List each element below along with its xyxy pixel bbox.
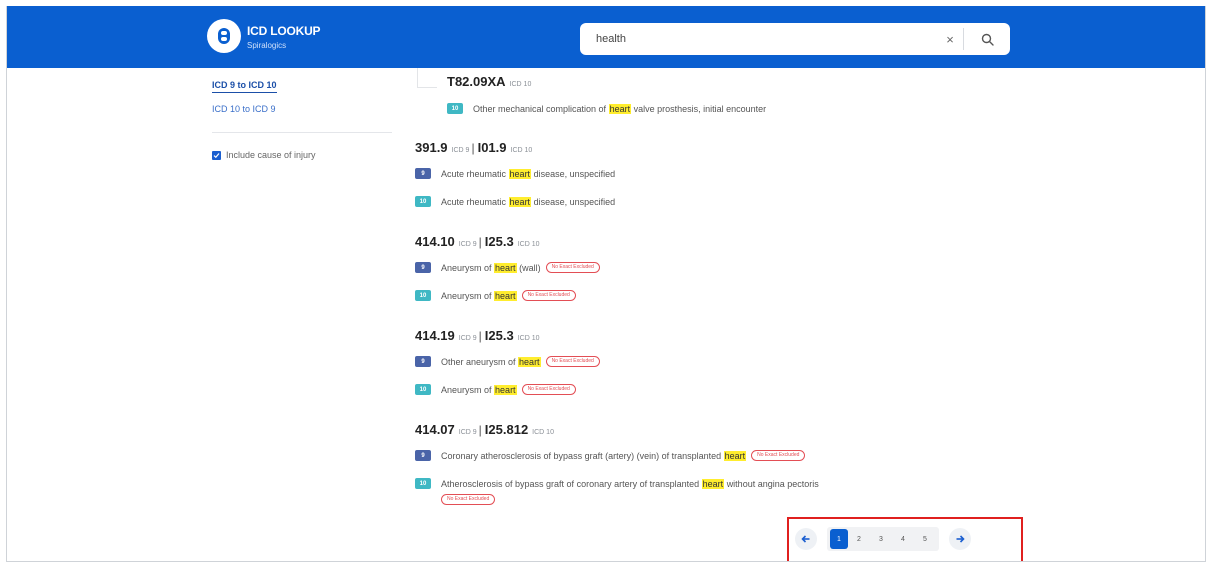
result-code-header: 391.9 ICD 9 | I01.9 ICD 10 <box>415 140 534 155</box>
icd9-code[interactable]: 414.10 <box>415 234 455 249</box>
result-description-row: 10 Aneurysm of heart No Exact Excluded <box>415 384 576 395</box>
icd9-badge: 9 <box>415 262 431 273</box>
app-window: ICD LOOKUP Spiralogics × ICD 9 to ICD 10… <box>6 6 1206 562</box>
card-edge <box>417 68 437 88</box>
icd9-tag: ICD 9 <box>458 429 477 436</box>
header-bar: ICD LOOKUP Spiralogics × <box>7 6 1205 68</box>
search-bar: × <box>580 23 1010 55</box>
result-code-header: 414.07 ICD 9 | I25.812 ICD 10 <box>415 422 556 437</box>
arrow-left-icon <box>801 535 810 543</box>
exclusion-pill: No Exact Excluded <box>751 450 806 461</box>
logo[interactable]: ICD LOOKUP Spiralogics <box>207 19 321 53</box>
result-code-header: 414.10 ICD 9 | I25.3 ICD 10 <box>415 234 542 249</box>
icd9-badge: 9 <box>415 356 431 367</box>
keyword-highlight: heart <box>494 384 517 395</box>
logo-title: ICD LOOKUP <box>247 23 321 38</box>
icd10-badge: 10 <box>415 196 431 207</box>
page-3-button[interactable]: 3 <box>870 529 892 549</box>
include-cause-label: Include cause of injury <box>226 150 316 160</box>
description-text: Aneurysm of heart <box>441 384 517 395</box>
keyword-highlight: heart <box>508 168 532 179</box>
icd9-badge: 9 <box>415 450 431 461</box>
icd9-code[interactable]: 414.07 <box>415 422 455 437</box>
exclusion-pill: No Exact Excluded <box>521 384 576 395</box>
page-5-button[interactable]: 5 <box>914 529 936 549</box>
arrow-right-icon <box>956 535 965 543</box>
keyword-highlight: heart <box>723 450 747 461</box>
result-description-row: 10 Acute rheumatic heart disease, unspec… <box>415 196 615 207</box>
clear-search-icon[interactable]: × <box>937 32 963 47</box>
logo-icon <box>207 19 241 53</box>
icd9-badge: 9 <box>415 168 431 179</box>
icd10-badge: 10 <box>415 384 431 395</box>
prev-page-button[interactable] <box>795 528 817 550</box>
include-cause-checkbox-row[interactable]: Include cause of injury <box>212 150 316 160</box>
result-description-row: 9 Other aneurysm of heart No Exact Exclu… <box>415 356 600 367</box>
result-description-row: 10 Aneurysm of heart No Exact Excluded <box>415 290 576 301</box>
icd10-code[interactable]: T82.09XA <box>447 74 506 89</box>
page-2-button[interactable]: 2 <box>848 529 870 549</box>
keyword-highlight: heart <box>701 478 725 489</box>
icd9-tag: ICD 9 <box>458 241 477 248</box>
icd10-tag: ICD 10 <box>510 147 533 154</box>
result-description-row: 10 Atherosclerosis of bypass graft of co… <box>415 478 819 489</box>
icd10-tag: ICD 10 <box>517 241 540 248</box>
icd9-code[interactable]: 414.19 <box>415 328 455 343</box>
keyword-highlight: heart <box>518 356 541 367</box>
sidebar-link-icd10-to-icd9[interactable]: ICD 10 to ICD 9 <box>212 104 276 114</box>
icd9-tag: ICD 9 <box>458 335 477 342</box>
result-code-header: T82.09XA ICD 10 <box>447 74 533 89</box>
page-4-button[interactable]: 4 <box>892 529 914 549</box>
next-page-button[interactable] <box>949 528 971 550</box>
description-text: Coronary atherosclerosis of bypass graft… <box>441 450 747 461</box>
icd9-tag: ICD 9 <box>451 147 470 154</box>
page-1-button[interactable]: 1 <box>830 529 848 549</box>
keyword-highlight: heart <box>494 290 517 301</box>
keyword-highlight: heart <box>608 103 632 114</box>
sidebar-divider <box>212 132 392 133</box>
icd10-code[interactable]: I25.3 <box>485 328 514 343</box>
icd9-code[interactable]: 391.9 <box>415 140 448 155</box>
exclusion-pill: No Exact Excluded <box>441 494 496 505</box>
description-text: Acute rheumatic heart disease, unspecifi… <box>441 196 616 207</box>
description-text: Atherosclerosis of bypass graft of coron… <box>441 478 819 489</box>
result-description-row: 9 Aneurysm of heart (wall) No Exact Excl… <box>415 262 600 273</box>
logo-subtitle: Spiralogics <box>247 40 287 50</box>
description-text: Aneurysm of heart (wall) <box>441 262 541 273</box>
result-code-header: 414.19 ICD 9 | I25.3 ICD 10 <box>415 328 542 343</box>
description-text: Aneurysm of heart <box>441 290 517 301</box>
sidebar-link-icd9-to-icd10[interactable]: ICD 9 to ICD 10 <box>212 80 277 93</box>
result-description-row: 9 Acute rheumatic heart disease, unspeci… <box>415 168 615 179</box>
description-text: Other mechanical complication of heart v… <box>473 103 767 114</box>
keyword-highlight: heart <box>494 262 517 273</box>
code-separator: | <box>471 141 475 155</box>
icd10-tag: ICD 10 <box>517 335 540 342</box>
icd10-code[interactable]: I25.3 <box>485 234 514 249</box>
exclusion-pill: No Exact Excluded <box>521 290 576 301</box>
search-button[interactable] <box>964 23 1010 55</box>
icd10-code[interactable]: I01.9 <box>478 140 507 155</box>
description-text: Acute rheumatic heart disease, unspecifi… <box>441 168 616 179</box>
page-numbers: 1 2 3 4 5 <box>827 527 939 551</box>
icd10-badge: 10 <box>415 478 431 489</box>
code-separator: | <box>478 329 482 343</box>
icd10-badge: 10 <box>447 103 463 114</box>
exclusion-pill: No Exact Excluded <box>545 356 600 367</box>
icd10-tag: ICD 10 <box>509 81 532 88</box>
search-input[interactable] <box>580 23 937 55</box>
description-text: Other aneurysm of heart <box>441 356 541 367</box>
icd10-badge: 10 <box>415 290 431 301</box>
exclusion-pill: No Exact Excluded <box>545 262 600 273</box>
icd10-tag: ICD 10 <box>532 429 554 436</box>
pagination: 1 2 3 4 5 <box>795 527 971 551</box>
code-separator: | <box>478 235 482 249</box>
include-cause-checkbox[interactable] <box>212 150 221 160</box>
keyword-highlight: heart <box>508 196 532 207</box>
search-icon <box>981 33 994 46</box>
result-description-row: 10 Other mechanical complication of hear… <box>447 103 766 114</box>
code-separator: | <box>478 423 482 437</box>
result-description-row: 9 Coronary atherosclerosis of bypass gra… <box>415 450 806 461</box>
result-pill-row: No Exact Excluded <box>441 494 496 505</box>
icd10-code[interactable]: I25.812 <box>485 422 528 437</box>
